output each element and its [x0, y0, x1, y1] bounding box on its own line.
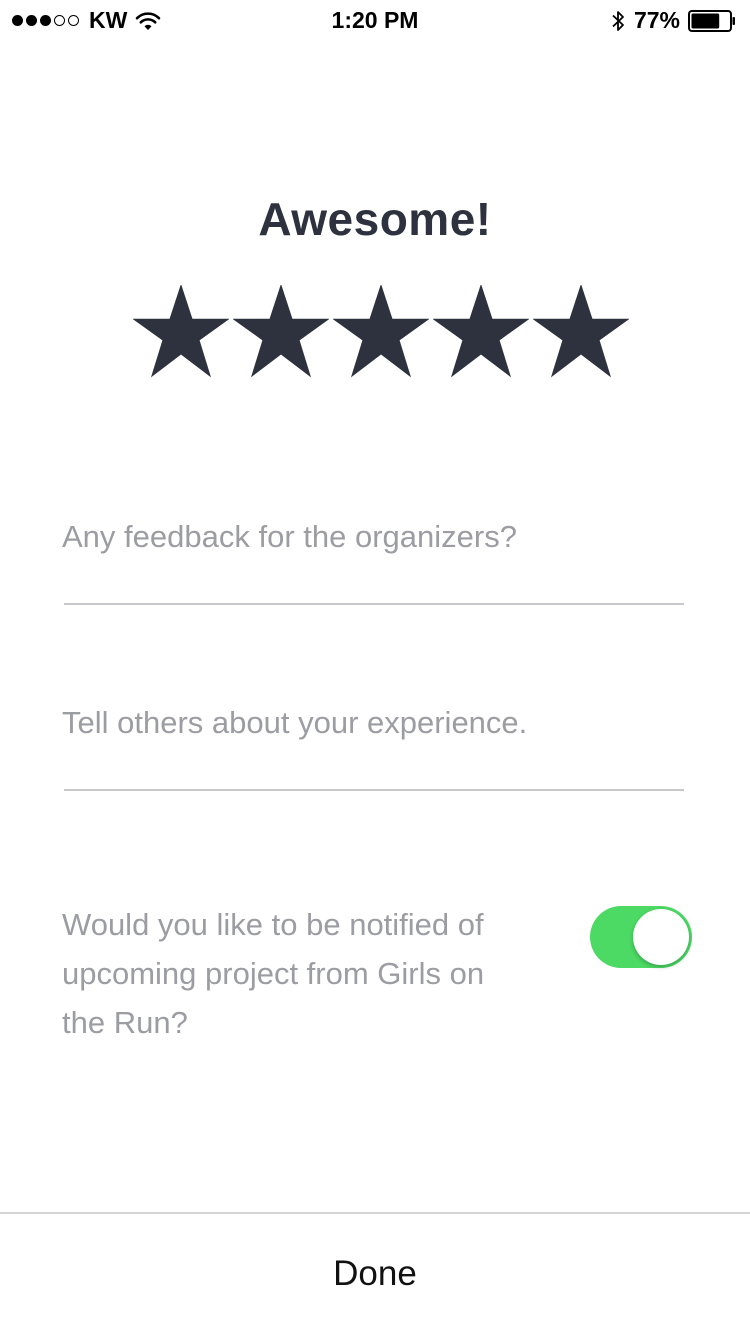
feedback-underline [64, 603, 684, 605]
rating-screen: KW 1:20 PM 77% Awesome! Any feedback for… [0, 0, 750, 1334]
rating-title: Awesome! [258, 193, 492, 245]
organizer-feedback-input[interactable] [62, 515, 684, 559]
done-button[interactable]: Done [0, 1214, 750, 1334]
toggle-knob [633, 909, 689, 965]
star-icon[interactable] [433, 285, 529, 381]
battery-percent: 77% [633, 7, 680, 33]
star-rating [133, 285, 633, 381]
star-icon[interactable] [133, 285, 229, 381]
status-right: 77% [610, 7, 736, 34]
status-bar: KW 1:20 PM 77% [0, 0, 750, 40]
experience-underline [64, 789, 684, 791]
star-icon[interactable] [333, 285, 429, 381]
experience-field-container [62, 701, 684, 791]
star-icon[interactable] [233, 285, 329, 381]
star-icon[interactable] [533, 285, 629, 381]
bluetooth-icon [610, 9, 626, 33]
battery-icon [688, 9, 736, 32]
notify-label: Would you like to be notified of upcomin… [62, 907, 485, 1040]
feedback-field-container [62, 515, 684, 605]
experience-input[interactable] [62, 701, 684, 745]
notify-toggle[interactable] [590, 906, 692, 968]
